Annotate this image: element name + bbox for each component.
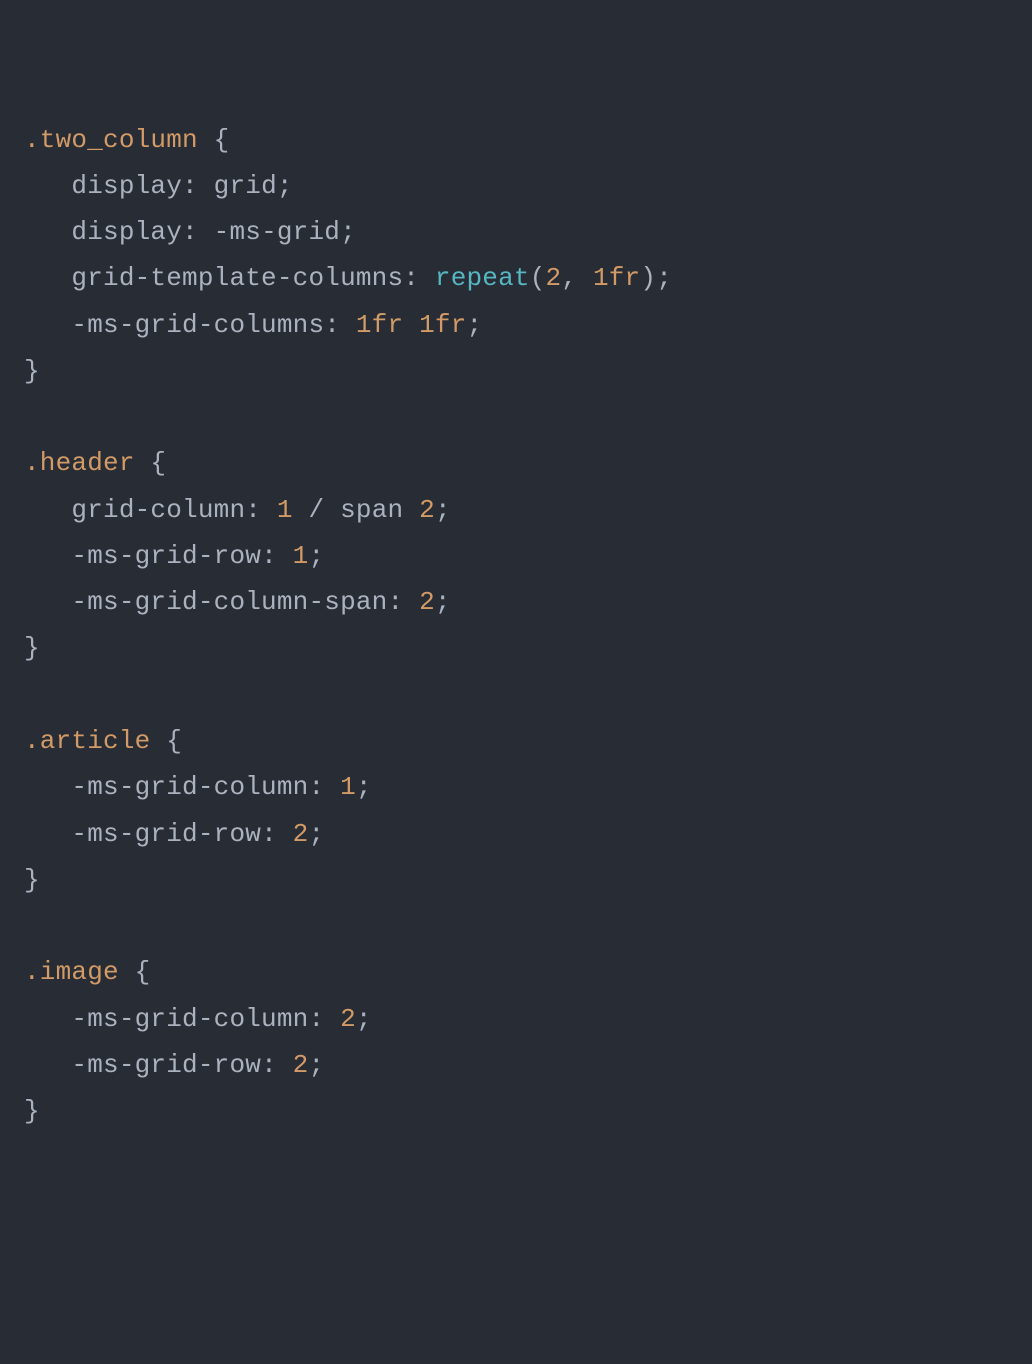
css-selector: .header — [24, 448, 135, 478]
space — [403, 310, 419, 340]
indent — [24, 1050, 71, 1080]
css-property: -ms-grid-columns — [71, 310, 324, 340]
indent — [24, 819, 71, 849]
css-number: 2 — [293, 1050, 309, 1080]
code-line: } — [24, 865, 40, 895]
code-block: .two_column { display: grid; display: -m… — [24, 117, 1008, 1135]
colon: : — [324, 310, 356, 340]
css-property: -ms-grid-column — [71, 772, 308, 802]
code-line: } — [24, 1096, 40, 1126]
colon: : — [308, 1004, 340, 1034]
comma: , — [561, 263, 593, 293]
css-number: 1fr — [356, 310, 403, 340]
semicolon: ; — [467, 310, 483, 340]
css-number: 2 — [340, 1004, 356, 1034]
css-property: -ms-grid-column-span — [71, 587, 387, 617]
brace-close: } — [24, 865, 40, 895]
paren-close: ) — [640, 263, 656, 293]
css-number: 1 — [277, 495, 293, 525]
semicolon: ; — [308, 541, 324, 571]
css-selector: .article — [24, 726, 150, 756]
css-number: 2 — [546, 263, 562, 293]
code-line: -ms-grid-column: 2; — [24, 1004, 372, 1034]
code-line: display: grid; — [24, 171, 293, 201]
semicolon: ; — [340, 217, 356, 247]
indent — [24, 310, 71, 340]
brace-close: } — [24, 633, 40, 663]
css-property: -ms-grid-row — [71, 541, 261, 571]
css-selector: .image — [24, 957, 119, 987]
colon: : — [387, 587, 419, 617]
semicolon: ; — [308, 1050, 324, 1080]
semicolon: ; — [356, 1004, 372, 1034]
indent — [24, 772, 71, 802]
code-line: -ms-grid-column-span: 2; — [24, 587, 451, 617]
code-line: .image { — [24, 957, 150, 987]
code-line: -ms-grid-row: 2; — [24, 1050, 324, 1080]
css-number: 2 — [419, 495, 435, 525]
code-line: display: -ms-grid; — [24, 217, 356, 247]
code-line: grid-column: 1 / span 2; — [24, 495, 451, 525]
brace-open: { — [135, 448, 167, 478]
colon: : — [403, 263, 435, 293]
css-value: span — [340, 495, 403, 525]
indent — [24, 217, 71, 247]
indent — [24, 541, 71, 571]
code-line: } — [24, 356, 40, 386]
css-property: display — [71, 171, 182, 201]
code-line: -ms-grid-row: 1; — [24, 541, 324, 571]
code-line: -ms-grid-columns: 1fr 1fr; — [24, 310, 482, 340]
semicolon: ; — [435, 587, 451, 617]
css-property: display — [71, 217, 182, 247]
semicolon: ; — [435, 495, 451, 525]
space — [403, 495, 419, 525]
css-value: -ms-grid — [214, 217, 340, 247]
indent — [24, 495, 71, 525]
css-number: 1fr — [593, 263, 640, 293]
indent — [24, 1004, 71, 1034]
colon: : — [182, 171, 214, 201]
brace-close: } — [24, 356, 40, 386]
colon: : — [261, 1050, 293, 1080]
css-property: grid-column — [71, 495, 245, 525]
colon: : — [261, 819, 293, 849]
css-selector: .two_column — [24, 125, 198, 155]
semicolon: ; — [356, 772, 372, 802]
slash: / — [293, 495, 340, 525]
colon: : — [245, 495, 277, 525]
css-number: 2 — [419, 587, 435, 617]
css-function: repeat — [435, 263, 530, 293]
indent — [24, 171, 71, 201]
brace-open: { — [150, 726, 182, 756]
colon: : — [182, 217, 214, 247]
css-property: -ms-grid-column — [71, 1004, 308, 1034]
code-line: grid-template-columns: repeat(2, 1fr); — [24, 263, 672, 293]
code-line: -ms-grid-column: 1; — [24, 772, 372, 802]
css-property: -ms-grid-row — [71, 819, 261, 849]
code-line: .article { — [24, 726, 182, 756]
css-property: grid-template-columns — [71, 263, 403, 293]
colon: : — [308, 772, 340, 802]
code-line: .header { — [24, 448, 166, 478]
semicolon: ; — [308, 819, 324, 849]
indent — [24, 263, 71, 293]
css-number: 2 — [293, 819, 309, 849]
css-number: 1 — [293, 541, 309, 571]
css-number: 1 — [340, 772, 356, 802]
semicolon: ; — [656, 263, 672, 293]
code-line: -ms-grid-row: 2; — [24, 819, 324, 849]
brace-open: { — [119, 957, 151, 987]
semicolon: ; — [277, 171, 293, 201]
css-number: 1fr — [419, 310, 466, 340]
code-line: .two_column { — [24, 125, 229, 155]
brace-open: { — [198, 125, 230, 155]
css-property: -ms-grid-row — [71, 1050, 261, 1080]
code-line: } — [24, 633, 40, 663]
paren-open: ( — [530, 263, 546, 293]
colon: : — [261, 541, 293, 571]
css-value: grid — [214, 171, 277, 201]
indent — [24, 587, 71, 617]
brace-close: } — [24, 1096, 40, 1126]
